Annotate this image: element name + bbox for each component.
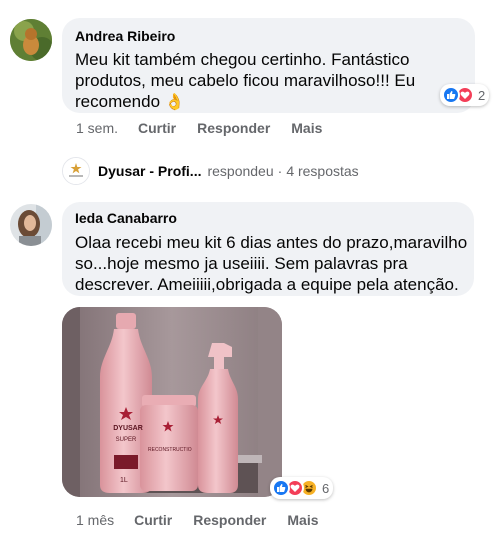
like-icon xyxy=(272,479,290,497)
reply-verb: respondeu xyxy=(207,163,274,179)
like-button[interactable]: Curtir xyxy=(138,120,176,136)
reply-count: 4 respostas xyxy=(286,163,359,179)
comment-timestamp[interactable]: 1 sem. xyxy=(76,120,118,136)
comment-actions-andrea: 1 sem. Curtir Responder Mais xyxy=(76,120,322,136)
reply-separator: · xyxy=(277,163,283,179)
comment-author-ieda[interactable]: Ieda Canabarro xyxy=(75,210,177,226)
more-button[interactable]: Mais xyxy=(291,120,322,136)
comment-line: recomendo 👌 xyxy=(75,91,470,113)
reply-page-name: Dyusar - Profi... xyxy=(98,163,202,179)
page-avatar-dyusar[interactable] xyxy=(62,157,90,185)
ok-hand-emoji: 👌 xyxy=(164,94,185,111)
comment-actions-ieda: 1 mês Curtir Responder Mais xyxy=(76,512,319,528)
more-button[interactable]: Mais xyxy=(287,512,318,528)
comment-line: descrever. Ameiiiii,obrigada a equipe pe… xyxy=(75,275,459,294)
comment-line: produtos, meu cabelo ficou maravilhoso!!… xyxy=(75,71,416,90)
photo-brand-label: DYUSAR xyxy=(113,425,143,432)
reaction-count: 2 xyxy=(478,87,486,103)
reaction-count: 6 xyxy=(322,480,330,496)
photo-product-line-2: RECONSTRUCTION xyxy=(148,447,192,453)
reaction-summary-andrea[interactable]: 2 xyxy=(440,84,490,106)
photo-bottle-size: 1L xyxy=(120,477,128,484)
comment-line: Olaa recebi meu kit 6 dias antes do praz… xyxy=(75,233,468,252)
photo-product-line: SUPER xyxy=(115,437,137,443)
reply-button[interactable]: Responder xyxy=(193,512,266,528)
like-icon xyxy=(442,86,460,104)
like-button[interactable]: Curtir xyxy=(134,512,172,528)
avatar-andrea[interactable] xyxy=(10,19,52,61)
comment-text-andrea: Meu kit também chegou certinho. Fantásti… xyxy=(75,49,470,113)
comment-line: so...hoje mesmo ja useiiii. Sem palavras… xyxy=(75,254,408,273)
avatar-ieda[interactable] xyxy=(10,204,52,246)
comment-line-text: recomendo xyxy=(75,92,161,111)
comment-photo[interactable]: DYUSAR SUPER RECONSTRUCTION 1L xyxy=(62,307,282,497)
comment-timestamp[interactable]: 1 mês xyxy=(76,512,114,528)
comment-line: Meu kit também chegou certinho. Fantásti… xyxy=(75,50,410,69)
comment-text-ieda: Olaa recebi meu kit 6 dias antes do praz… xyxy=(75,232,470,295)
view-replies-link[interactable]: Dyusar - Profi... respondeu · 4 resposta… xyxy=(98,163,359,179)
comment-author-andrea[interactable]: Andrea Ribeiro xyxy=(75,28,175,44)
reply-button[interactable]: Responder xyxy=(197,120,270,136)
reaction-summary-ieda[interactable]: 6 xyxy=(270,477,334,499)
